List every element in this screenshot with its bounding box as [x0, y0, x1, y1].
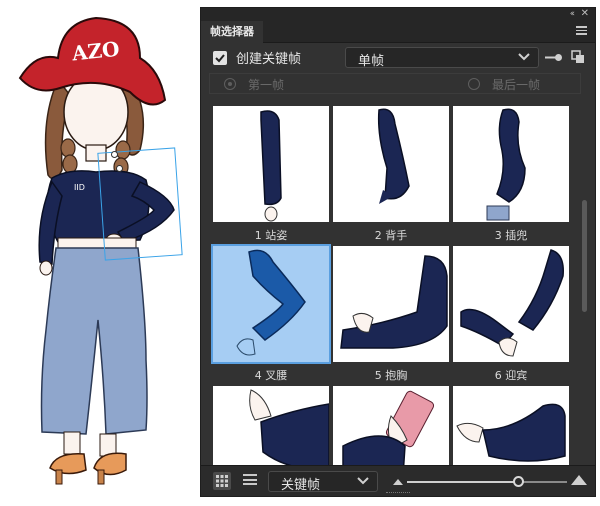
frame-caption-6: 6 迎宾 — [494, 369, 528, 382]
frame-caption-2: 2 背手 — [374, 229, 408, 242]
hat-logo-text: AZO — [70, 37, 121, 66]
frame-mode-value: 单帧 — [358, 54, 385, 69]
first-frame-radio[interactable] — [224, 78, 236, 90]
thumbnail-size-slider[interactable] — [407, 476, 567, 487]
frame-thumb-5[interactable] — [333, 246, 449, 362]
frame-thumb-1[interactable] — [213, 106, 329, 222]
frame-filter-select[interactable]: 关键帧 — [268, 471, 378, 493]
checkmark-icon — [215, 54, 225, 63]
pin-icon[interactable] — [545, 53, 563, 62]
close-icon[interactable]: ✕ — [581, 8, 589, 19]
slider-thumb[interactable] — [513, 476, 524, 487]
frame-thumbnail-grid: 1 站姿 2 背手 3 插兜 4 叉腰 5 抱胸 6 迎宾 — [201, 100, 595, 465]
chevron-down-icon — [357, 477, 369, 485]
panel-tab-row: 帧选择器 — [201, 21, 595, 43]
frame-thumb-7[interactable] — [213, 386, 329, 465]
keyframe-options-row: 创建关键帧 单帧 — [201, 44, 595, 70]
frame-caption-5: 5 抱胸 — [374, 369, 408, 382]
pivot-handle[interactable] — [111, 151, 118, 158]
list-view-icon[interactable] — [243, 474, 257, 488]
frame-thumb-2[interactable] — [333, 106, 449, 222]
grid-view-icon[interactable] — [213, 472, 231, 490]
panel-bottom-toolbar: 关键帧 — [201, 465, 595, 496]
frame-filter-value: 关键帧 — [281, 478, 321, 493]
tab-frame-picker[interactable]: 帧选择器 — [201, 21, 263, 43]
frame-thumb-4[interactable] — [211, 244, 331, 364]
last-frame-label: 最后一帧 — [492, 78, 541, 92]
bone-selection-frame[interactable] — [97, 147, 183, 261]
frame-mode-select[interactable]: 单帧 — [345, 47, 539, 69]
shirt-logo-text: IID — [74, 183, 85, 192]
frame-caption-4: 4 叉腰 — [254, 369, 288, 382]
zoom-large-icon[interactable] — [571, 475, 587, 485]
first-frame-label: 第一帧 — [248, 78, 285, 92]
canvas: AZO IID ‹‹ ✕ 帧选择器 创建关键帧 单帧 第一帧 最后一帧 1 站姿… — [0, 0, 600, 506]
panel-menu-icon[interactable] — [576, 26, 587, 37]
frame-thumb-9[interactable] — [453, 386, 569, 465]
frame-caption-1: 1 站姿 — [254, 229, 288, 242]
frame-range-row: 第一帧 最后一帧 — [209, 73, 581, 94]
panel-titlebar[interactable]: ‹‹ ✕ — [201, 8, 595, 21]
grid-scrollbar[interactable] — [582, 200, 587, 312]
frame-thumb-8[interactable] — [333, 386, 449, 465]
zoom-small-icon[interactable] — [393, 479, 403, 485]
collapse-icon[interactable]: ‹‹ — [570, 9, 575, 19]
last-frame-radio[interactable] — [468, 78, 480, 90]
slider-fill — [407, 481, 519, 483]
resize-grip[interactable] — [386, 492, 410, 495]
frame-thumb-6[interactable] — [453, 246, 569, 362]
bone-handle[interactable] — [116, 165, 123, 172]
copy-icon[interactable] — [571, 50, 585, 64]
create-keyframe-label: 创建关键帧 — [236, 52, 302, 67]
frame-caption-3: 3 插兜 — [494, 229, 528, 242]
create-keyframe-checkbox[interactable] — [213, 51, 227, 65]
frame-picker-panel: ‹‹ ✕ 帧选择器 创建关键帧 单帧 第一帧 最后一帧 1 站姿 2 背手 3 … — [200, 7, 596, 497]
chevron-down-icon — [518, 53, 530, 61]
frame-thumb-3[interactable] — [453, 106, 569, 222]
character-artwork: AZO IID — [0, 0, 200, 506]
